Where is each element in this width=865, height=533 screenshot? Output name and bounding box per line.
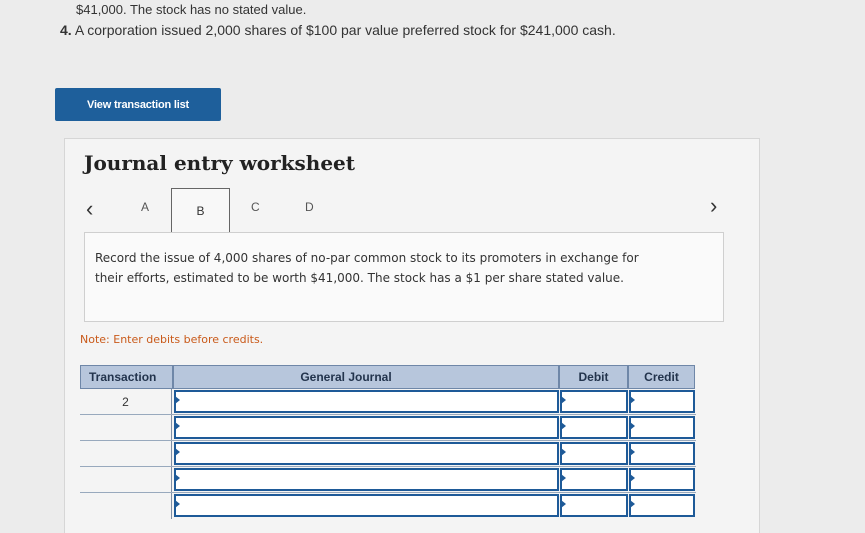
tab-b-label: B (196, 204, 205, 218)
dropdown-arrow-icon (561, 448, 566, 456)
dropdown-arrow-icon (561, 500, 566, 508)
general-journal-input[interactable] (174, 416, 559, 439)
credit-input[interactable] (629, 442, 695, 465)
header-general-journal: General Journal (173, 365, 559, 389)
debit-input[interactable] (560, 442, 628, 465)
dropdown-arrow-icon (630, 474, 635, 482)
dropdown-arrow-icon (630, 396, 635, 404)
question-text-line1: $41,000. The stock has no stated value. (76, 2, 307, 17)
chevron-right-icon[interactable]: › (710, 193, 717, 219)
tab-d[interactable]: D (305, 200, 314, 214)
chevron-left-icon[interactable]: ‹ (86, 196, 93, 222)
transaction-cell (80, 493, 172, 519)
tab-a[interactable]: A (141, 200, 149, 214)
dropdown-arrow-icon (175, 422, 180, 430)
credit-input[interactable] (629, 494, 695, 517)
general-journal-input[interactable] (174, 494, 559, 517)
tab-b[interactable]: B (171, 188, 230, 234)
transaction-cell: 2 (80, 389, 172, 414)
table-row (80, 467, 696, 493)
dropdown-arrow-icon (561, 422, 566, 430)
worksheet-title: Journal entry worksheet (84, 151, 356, 175)
table-row: 2 (80, 389, 696, 415)
dropdown-arrow-icon (630, 422, 635, 430)
header-debit: Debit (559, 365, 628, 389)
debit-input[interactable] (560, 416, 628, 439)
debit-input[interactable] (560, 390, 628, 413)
transaction-cell (80, 441, 172, 466)
note-text: Note: Enter debits before credits. (80, 333, 264, 346)
header-transaction: Transaction (80, 365, 173, 389)
dropdown-arrow-icon (175, 448, 180, 456)
dropdown-arrow-icon (561, 474, 566, 482)
dropdown-arrow-icon (561, 396, 566, 404)
tab-c[interactable]: C (251, 200, 260, 214)
credit-input[interactable] (629, 416, 695, 439)
general-journal-input[interactable] (174, 390, 559, 413)
general-journal-input[interactable] (174, 468, 559, 491)
general-journal-input[interactable] (174, 442, 559, 465)
dropdown-arrow-icon (175, 500, 180, 508)
dropdown-arrow-icon (175, 396, 180, 404)
dropdown-arrow-icon (630, 500, 635, 508)
debit-input[interactable] (560, 494, 628, 517)
view-transaction-list-button[interactable]: View transaction list (55, 88, 221, 121)
table-row (80, 415, 696, 441)
credit-input[interactable] (629, 468, 695, 491)
header-credit: Credit (628, 365, 695, 389)
question-4: 4. A corporation issued 2,000 shares of … (60, 22, 616, 38)
dropdown-arrow-icon (630, 448, 635, 456)
question-text: A corporation issued 2,000 shares of $10… (74, 22, 616, 38)
credit-input[interactable] (629, 390, 695, 413)
debit-input[interactable] (560, 468, 628, 491)
transaction-description: Record the issue of 4,000 shares of no-p… (95, 251, 639, 285)
transaction-cell (80, 415, 172, 440)
question-number: 4. (60, 22, 72, 38)
table-row (80, 441, 696, 467)
dropdown-arrow-icon (175, 474, 180, 482)
table-row (80, 493, 696, 519)
transaction-cell (80, 467, 172, 492)
